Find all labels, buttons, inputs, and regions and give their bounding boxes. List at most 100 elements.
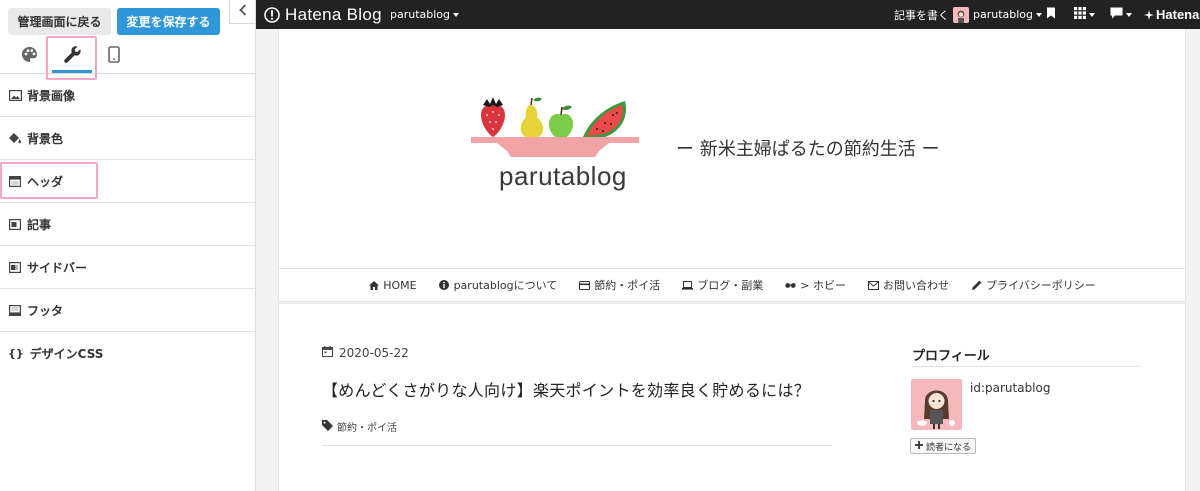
menu-item-label: ヘッダ	[27, 174, 64, 189]
nav-item-privacy[interactable]: プライバシーポリシー	[971, 277, 1096, 293]
design-panel-toolbar: 管理画面に戻る 変更を保存する	[0, 0, 255, 80]
nav-item-hobby[interactable]: > ホビー	[785, 277, 846, 293]
blog-header: parutablog ー 新米主婦ぱるたの節約生活 ー	[278, 29, 1186, 269]
comment-icon	[1110, 7, 1123, 22]
menu-item-sidebar[interactable]: サイドバー	[0, 246, 255, 289]
entry-title[interactable]: 【めんどくさがりな人向け】楽天ポイントを効率良く貯めるには？	[322, 377, 810, 401]
glasses-icon	[785, 280, 796, 291]
sidebar-layout-icon	[8, 261, 22, 273]
nav-item-saving[interactable]: 節約・ポイ活	[579, 277, 660, 293]
menu-item-label: 背景色	[27, 131, 64, 146]
global-nav: HOME parutablogについて 節約・ポイ活 ブログ・副業 > ホビー …	[278, 269, 1186, 302]
entry-date: 2020-05-22	[322, 346, 409, 360]
hatena-label: Hatena	[1156, 7, 1200, 22]
footer-layout-icon	[8, 304, 22, 316]
nav-item-label: プライバシーポリシー	[986, 279, 1096, 292]
hatena-blog-logo[interactable]: Hatena Blog	[264, 0, 382, 29]
entry-date-text: 2020-05-22	[339, 346, 409, 360]
caret-down-icon	[1126, 12, 1132, 17]
nav-item-label: お問い合わせ	[883, 279, 949, 292]
image-icon	[8, 89, 22, 101]
nav-item-label: ブログ・副業	[697, 279, 764, 292]
paint-bucket-icon	[8, 132, 22, 144]
back-to-admin-button[interactable]: 管理画面に戻る	[8, 8, 111, 35]
envelope-icon	[868, 280, 879, 291]
menu-item-entry[interactable]: 記事	[0, 203, 255, 246]
entry-category[interactable]: 節約・ポイ活	[322, 419, 397, 434]
nav-item-label: HOME	[383, 278, 417, 292]
smartphone-icon	[108, 46, 120, 66]
subscribe-label: 読者になる	[926, 442, 972, 453]
tab-design[interactable]	[9, 40, 49, 72]
blog-preview: parutablog ー 新米主婦ぱるたの節約生活 ー HOME parutab…	[256, 29, 1200, 491]
nav-item-contact[interactable]: お問い合わせ	[868, 277, 949, 293]
logo-text: Hatena Blog	[285, 4, 382, 24]
nav-item-label: > ホビー	[800, 279, 846, 292]
calendar-icon	[322, 346, 333, 360]
tab-smartphone[interactable]	[94, 40, 134, 72]
nav-item-home[interactable]: HOME	[368, 278, 417, 292]
menu-item-label: 記事	[27, 217, 52, 232]
design-panel: 管理画面に戻る 変更を保存する 背景画像 背景色 ヘッダ 記事 サイドバー フッ…	[0, 0, 256, 491]
home-icon	[368, 280, 379, 291]
hatena-home-link[interactable]: Hatena	[1144, 0, 1199, 29]
caret-down-icon	[1036, 12, 1043, 17]
pencil-icon	[971, 280, 982, 291]
plus-icon	[915, 440, 923, 452]
grid-icon	[1074, 7, 1086, 22]
blog-tagline: ー 新米主婦ぱるたの節約生活 ー	[676, 139, 940, 160]
menu-item-background-color[interactable]: 背景色	[0, 117, 255, 160]
blog-logo[interactable]: parutablog	[471, 93, 651, 203]
write-entry-label: 記事を書く	[894, 8, 949, 22]
caret-down-icon	[453, 12, 460, 17]
caret-down-icon	[1089, 12, 1095, 17]
braces-icon: {}	[8, 347, 24, 360]
menu-item-label: フッタ	[27, 303, 64, 318]
hatena-mark-icon	[1144, 9, 1154, 20]
menu-item-header[interactable]: ヘッダ	[0, 160, 255, 203]
palette-icon	[21, 46, 38, 66]
tab-customize[interactable]	[52, 40, 92, 72]
menu-item-label: デザインCSS	[29, 347, 104, 361]
avatar[interactable]	[911, 379, 962, 430]
header-layout-icon	[8, 175, 22, 187]
blog-logo-title: parutablog	[499, 161, 627, 191]
bookmark-button[interactable]	[1046, 0, 1056, 29]
write-entry-link[interactable]: 記事を書く	[894, 0, 949, 29]
menu-item-label: サイドバー	[27, 260, 88, 275]
entry-layout-icon	[8, 218, 22, 230]
nav-item-about[interactable]: parutablogについて	[439, 277, 558, 293]
blog-switcher[interactable]: parutablog	[390, 0, 460, 29]
nav-item-blog-side-job[interactable]: ブログ・副業	[682, 277, 763, 293]
user-name: parutablog	[973, 8, 1034, 21]
active-tab-indicator	[52, 70, 92, 73]
credit-card-icon	[579, 280, 591, 291]
entry-divider	[322, 445, 832, 446]
collapse-panel-button[interactable]	[229, 0, 255, 24]
user-menu[interactable]: parutablog	[953, 0, 1043, 29]
menu-item-background-image[interactable]: 背景画像	[0, 74, 255, 117]
menu-item-design-css[interactable]: {} デザインCSS	[0, 332, 255, 375]
nav-item-label: parutablogについて	[453, 279, 558, 292]
menu-item-label: 背景画像	[27, 88, 76, 103]
laptop-icon	[682, 280, 694, 291]
profile-heading: プロフィール	[912, 349, 990, 364]
entry-category-label: 節約・ポイ活	[337, 423, 397, 434]
menu-item-footer[interactable]: フッタ	[0, 289, 255, 332]
notifications-button[interactable]	[1110, 0, 1132, 29]
chevron-left-icon	[238, 4, 247, 19]
blog-switcher-label: parutablog	[390, 8, 451, 21]
subscribe-button[interactable]: 読者になる	[910, 438, 977, 454]
hatena-global-header: Hatena Blog parutablog 記事を書く parutablog …	[256, 0, 1200, 29]
profile-divider	[912, 366, 1140, 367]
wrench-icon	[63, 45, 82, 67]
tag-icon	[322, 419, 333, 434]
nav-item-label: 節約・ポイ活	[594, 279, 661, 292]
user-avatar	[953, 6, 969, 23]
apps-menu-button[interactable]	[1074, 0, 1095, 29]
save-changes-button[interactable]: 変更を保存する	[117, 8, 220, 35]
hatena-logo-icon	[264, 6, 280, 23]
profile-id[interactable]: id:parutablog	[970, 381, 1050, 395]
info-icon	[439, 280, 450, 291]
fruit-plate-icon	[471, 97, 639, 157]
